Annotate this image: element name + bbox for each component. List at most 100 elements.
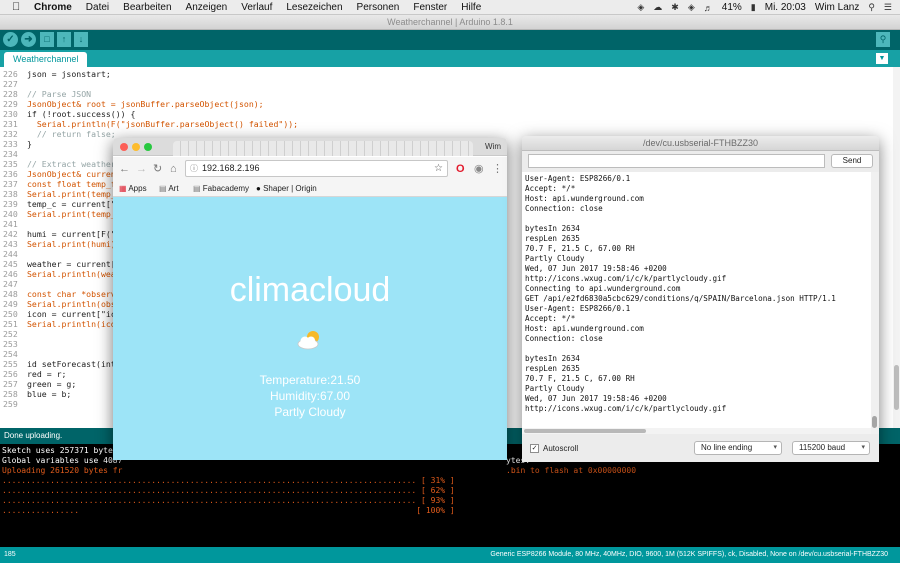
serial-horizontal-scroll-thumb[interactable] [524,429,646,433]
browser-tabs[interactable] [173,141,473,156]
save-sketch-button[interactable]: ↓ [74,32,88,47]
serial-output-line: Wed, 07 Jun 2017 19:58:46 +0200 [525,394,667,403]
line-number: 244 [3,249,18,259]
send-button[interactable]: Send [831,154,873,168]
menu-item-personen[interactable]: Personen [357,2,400,13]
close-window-button[interactable] [120,143,128,151]
bookmark-fabacademy[interactable]: ▤ Fabacademy [193,181,249,197]
code-text: const float temp_f [27,179,116,189]
serial-monitor-button[interactable]: ⚲ [876,32,890,47]
menubar-clock[interactable]: Mi. 20:03 [765,2,806,13]
opera-extension-icon[interactable]: O [456,162,465,176]
line-number: 234 [3,149,18,159]
code-text: Serial.println(weath [27,269,126,279]
code-line[interactable]: 227 [0,79,893,89]
serial-output-line: User-Agent: ESP8266/0.1 [525,304,631,313]
notification-center-icon[interactable]: ☰ [884,2,892,13]
minimize-window-button[interactable] [132,143,140,151]
code-text: Serial.print(temp_f [27,189,121,199]
chrome-window: Wim ← → ↻ ⌂ ⓘ 192.168.2.196 ☆ O ◉ ⋮ ▦ Ap… [113,138,507,460]
code-text: } [27,139,32,149]
address-bar[interactable]: ⓘ 192.168.2.196 ☆ [185,160,448,177]
chrome-tab-strip: Wim [113,138,507,156]
arduino-window-title: Weatherchannel | Arduino 1.8.1 [0,15,900,30]
battery-icon[interactable]: ▮ [751,2,756,13]
menu-item-fenster[interactable]: Fenster [413,2,447,13]
chrome-menu-icon[interactable]: ⋮ [492,162,503,176]
bookmark-shaper-origin[interactable]: ● Shaper | Origin [256,181,317,197]
baud-rate-select[interactable]: 115200 baud ▾ [792,441,870,455]
bookmark-apps[interactable]: ▦ Apps [119,181,147,197]
zoom-window-button[interactable] [144,143,152,151]
menu-item-verlauf[interactable]: Verlauf [241,2,272,13]
serial-output[interactable]: User-Agent: ESP8266/0.1 Accept: */* Host: … [522,172,871,434]
forward-icon[interactable]: → [136,162,147,176]
chevron-down-icon: ▾ [861,444,865,451]
code-text: humi = current[F("re [27,229,126,239]
extension-icon[interactable]: ◉ [474,162,484,176]
code-line[interactable]: 226 json = jsonstart; [0,69,893,79]
console-line: ........................................… [2,486,455,495]
menubar-user[interactable]: Wim Lanz [815,2,859,13]
code-text: json = jsonstart; [27,69,111,79]
open-sketch-button[interactable]: ↑ [57,32,71,47]
battery-percent[interactable]: 41% [722,2,742,13]
code-text: Serial.print(humi); [27,239,121,249]
menu-item-datei[interactable]: Datei [86,2,109,13]
autoscroll-checkbox[interactable]: ✓ [530,444,539,453]
tab-weatherchannel[interactable]: Weatherchannel [4,52,88,67]
serial-output-line: Accept: */* [525,184,576,193]
line-number: 233 [3,139,18,149]
code-text: JsonObject& root = jsonBuffer.parseObjec… [27,99,264,109]
code-text: Serial.println(obser [27,299,126,309]
volume-icon[interactable]: ♬ [704,3,713,13]
reload-icon[interactable]: ↻ [153,162,162,176]
line-number: 259 [3,399,18,409]
back-icon[interactable]: ← [119,162,130,176]
line-number: 227 [3,79,18,89]
info-icon[interactable]: ⓘ [190,161,198,176]
menubar:  Chrome Datei Bearbeiten Anzeigen Verla… [0,0,900,15]
serial-vertical-scroll-thumb[interactable] [872,416,877,428]
code-text: Serial.print(temp_c [27,209,121,219]
code-text: const char *observat [27,289,126,299]
code-line[interactable]: 231 Serial.println(F("jsonBuffer.parseOb… [0,119,893,129]
menu-item-bearbeiten[interactable]: Bearbeiten [123,2,171,13]
menu-item-lesezeichen[interactable]: Lesezeichen [286,2,342,13]
menu-item-anzeigen[interactable]: Anzeigen [186,2,228,13]
folder-icon: ▤ [159,184,167,193]
code-text: JsonObject& current [27,169,121,179]
menu-item-hilfe[interactable]: Hilfe [461,2,481,13]
board-status-footer: 185 Generic ESP8266 Module, 80 MHz, 40MH… [0,547,900,563]
serial-output-line: Connecting to api.wunderground.com [525,284,681,293]
serial-output-line: GET /api/e2fd6830a5cbc629/conditions/q/S… [525,294,836,303]
upload-button[interactable]: ➜ [21,32,36,47]
home-icon[interactable]: ⌂ [170,162,177,176]
code-line[interactable]: 229 JsonObject& root = jsonBuffer.parseOb… [0,99,893,109]
apple-icon[interactable]:  [12,1,26,13]
new-sketch-button[interactable]: □ [40,32,54,47]
line-ending-select[interactable]: No line ending ▾ [694,441,782,455]
verify-button[interactable]: ✓ [3,32,18,47]
wifi-icon[interactable]: ◈ [688,2,695,13]
line-number: 247 [3,279,18,289]
bluetooth-icon[interactable]: ✱ [671,2,679,13]
menu-app-name[interactable]: Chrome [34,2,72,13]
chrome-profile-name[interactable]: Wim [485,140,501,154]
editor-scrollbar-thumb[interactable] [894,365,899,410]
code-line[interactable]: 230 if (!root.success()) { [0,109,893,119]
tab-menu-icon[interactable]: ▼ [876,53,888,64]
bookmark-art[interactable]: ▤ Art [159,181,179,197]
search-icon[interactable]: ⚲ [868,2,875,13]
serial-send-input[interactable] [528,154,825,168]
code-text: id setForecast(int r [27,359,126,369]
cloud-icon[interactable]: ☁ [653,2,662,13]
address-bar-url[interactable]: 192.168.2.196 [202,161,260,176]
serial-output-line: http://icons.wxug.com/i/c/k/partlycloudy… [525,274,727,283]
chevron-down-icon: ▾ [773,444,777,451]
bookmark-star-icon[interactable]: ☆ [434,161,443,176]
serial-vertical-scrollbar[interactable] [871,172,879,434]
line-number: 256 [3,369,18,379]
dropbox-icon[interactable]: ◈ [637,2,644,13]
code-line[interactable]: 228 // Parse JSON [0,89,893,99]
